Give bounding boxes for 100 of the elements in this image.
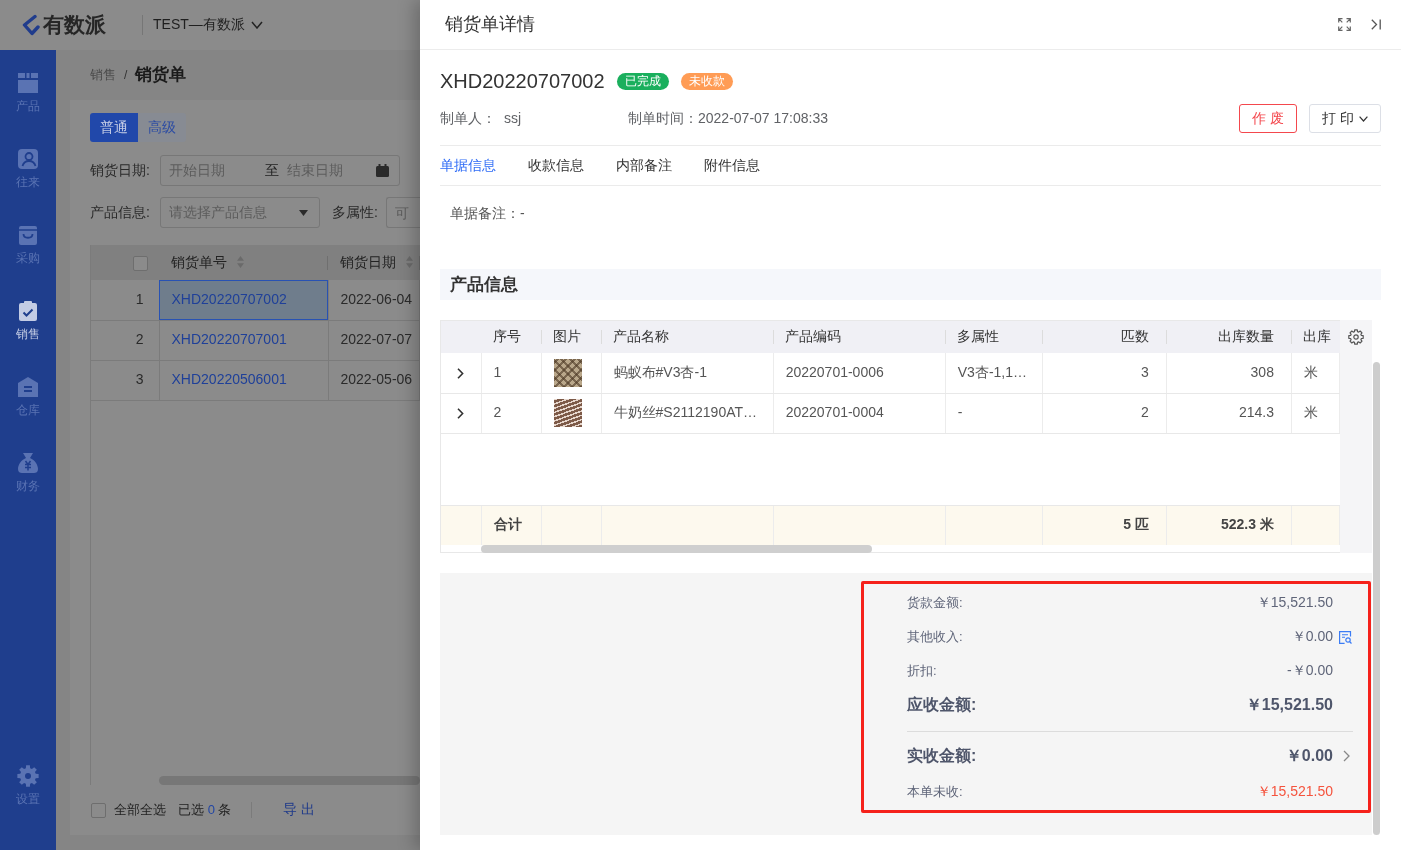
- tab[interactable]: 内部备注: [616, 155, 672, 176]
- column-header[interactable]: 销货日期: [328, 245, 420, 280]
- chevron-right-icon[interactable]: [457, 408, 465, 419]
- box-icon: [17, 72, 39, 94]
- table-cell: 米: [1291, 353, 1340, 393]
- summary-value: ￥0.00: [1285, 745, 1333, 766]
- settings-icon[interactable]: [1348, 329, 1364, 345]
- column-header: 产品编码: [773, 321, 946, 353]
- summary-label: 货款金额:: [907, 593, 964, 612]
- sidebar-item[interactable]: 销售: [0, 300, 56, 376]
- vertical-scrollbar[interactable]: [1373, 362, 1380, 835]
- breadcrumb-separator: /: [124, 66, 128, 84]
- table-cell: -: [945, 393, 1043, 433]
- column-header: 出库数量: [1166, 321, 1292, 353]
- drawer-title: 销货单详情: [445, 12, 535, 36]
- column-header: 产品名称: [601, 321, 774, 353]
- table-cell: 20220701-0004: [773, 393, 946, 433]
- table-cell: 214.3: [1166, 393, 1292, 433]
- photo-placeholder: [553, 358, 582, 387]
- table-cell: 2022-06-04: [328, 280, 420, 320]
- photo-placeholder: [553, 399, 582, 427]
- money-bag-icon: [17, 452, 39, 474]
- settings-icon: [17, 765, 39, 787]
- fullscreen-icon[interactable]: [1338, 18, 1351, 31]
- view-tab[interactable]: 普通: [90, 113, 138, 142]
- logo-text: 有数派: [43, 12, 106, 38]
- field-label: 产品信息:: [90, 202, 151, 222]
- checkbox[interactable]: [91, 802, 106, 818]
- summary-label: 其他收入:: [907, 627, 964, 646]
- summary-value: ￥15,521.50: [1256, 593, 1333, 613]
- chevron-right-icon[interactable]: [457, 367, 465, 379]
- table-cell: 2022-05-06: [328, 360, 420, 400]
- status-tag: 未收款: [680, 72, 733, 90]
- order-number-link[interactable]: XHD20220506001: [159, 360, 328, 400]
- summary-label: 本单未收:: [907, 782, 964, 801]
- order-number: XHD20220707002: [440, 69, 605, 94]
- summary-value: -￥0.00: [1287, 661, 1333, 681]
- view-tab[interactable]: 高级: [138, 113, 186, 142]
- document-search-icon[interactable]: [1339, 630, 1352, 644]
- total-value: 522.3 米: [1166, 505, 1292, 545]
- field-label: 制单时间：: [628, 108, 698, 128]
- row-number: 3: [91, 360, 159, 400]
- person-card-icon: [17, 148, 39, 170]
- section-title: 产品信息: [440, 269, 1381, 300]
- horizontal-scrollbar[interactable]: [481, 545, 872, 553]
- horizontal-scrollbar[interactable]: [159, 776, 420, 785]
- column-header: 图片: [541, 321, 602, 353]
- table-cell: 2022-07-07: [328, 320, 420, 360]
- sidebar-item[interactable]: 往来: [0, 148, 56, 224]
- field-value: ssj: [504, 108, 522, 128]
- caret-icon: [250, 21, 263, 29]
- clipboard-check-icon: [17, 300, 39, 322]
- summary-value: ￥15,521.50: [1256, 782, 1333, 802]
- logo-icon: [20, 14, 40, 36]
- summary-label: 折扣:: [907, 661, 938, 680]
- column-header: 出库: [1291, 321, 1340, 353]
- table-cell: 1: [481, 353, 542, 393]
- company-switcher[interactable]: TEST—有数派: [153, 15, 263, 35]
- table-cell: 20220701-0006: [773, 353, 946, 393]
- building-icon: [17, 376, 39, 398]
- collapse-icon[interactable]: [1371, 19, 1381, 30]
- sort-icon: [406, 255, 413, 268]
- table-cell: V3杏-1,1…: [945, 353, 1043, 393]
- column-header: 序号: [481, 321, 542, 353]
- column-header: 多属性: [945, 321, 1043, 353]
- summary-label: 应收金额:: [907, 694, 978, 715]
- column-header: 匹数: [1042, 321, 1167, 353]
- basket-icon: [17, 224, 39, 246]
- column-header[interactable]: 销货单号: [159, 245, 328, 280]
- table-cell: 牛奶丝#S2112190AT…: [601, 393, 774, 433]
- field-value: 2022-07-07 17:08:33: [698, 108, 828, 128]
- status-tag: 已完成: [616, 72, 669, 90]
- tab[interactable]: 收款信息: [528, 155, 584, 176]
- summary-value: ￥15,521.50: [1245, 694, 1333, 715]
- table-cell: 米: [1291, 393, 1340, 433]
- row-number: 2: [91, 320, 159, 360]
- print-button[interactable]: 打 印: [1309, 104, 1381, 133]
- order-number-link[interactable]: XHD20220707002: [159, 280, 328, 320]
- field-value: -: [520, 204, 525, 224]
- table-cell: 3: [1042, 353, 1167, 393]
- field-label: 单据备注：: [450, 204, 520, 224]
- caret-icon: [299, 209, 308, 216]
- page-title: 销货单: [135, 64, 187, 87]
- table-cell: 308: [1166, 353, 1292, 393]
- field-label: 制单人：: [440, 108, 496, 128]
- field-label: 销货日期:: [90, 160, 151, 180]
- table-cell: 2: [481, 393, 542, 433]
- order-number-link[interactable]: XHD20220707001: [159, 320, 328, 360]
- checkbox-label[interactable]: 全部全选: [114, 800, 166, 820]
- tab[interactable]: 单据信息: [440, 155, 496, 176]
- table-cell: 蚂蚁布#V3杏-1: [601, 353, 774, 393]
- total-label: 合计: [481, 505, 542, 545]
- field-label: 多属性:: [332, 202, 378, 222]
- total-value: 5 匹: [1042, 505, 1167, 545]
- tab[interactable]: 附件信息: [704, 155, 760, 176]
- breadcrumb-link[interactable]: 销售: [90, 65, 116, 85]
- range-separator: 至: [265, 160, 279, 180]
- table-cell: 2: [1042, 393, 1167, 433]
- select-all-checkbox[interactable]: [132, 255, 148, 271]
- void-button[interactable]: 作 废: [1239, 104, 1298, 133]
